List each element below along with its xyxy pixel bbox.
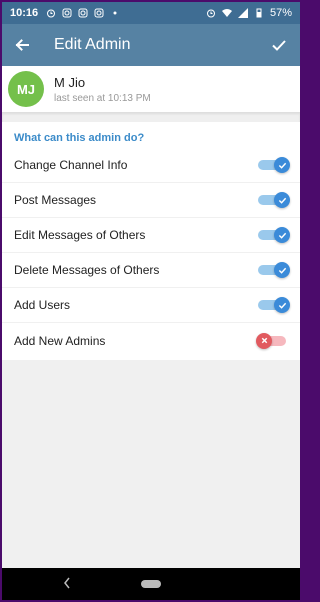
permission-toggle[interactable]: [258, 192, 290, 208]
permission-label: Delete Messages of Others: [14, 263, 160, 277]
permission-label: Edit Messages of Others: [14, 228, 146, 242]
permission-toggle[interactable]: [258, 297, 290, 313]
battery-icon: [256, 8, 262, 18]
permission-toggle[interactable]: [258, 157, 290, 173]
check-icon: [278, 197, 286, 204]
phone-screen: 10:16 57% Edit Admin MJ M Jio last seen …: [2, 2, 300, 600]
permission-row-edit-messages[interactable]: Edit Messages of Others: [2, 218, 300, 253]
system-nav-bar: [2, 568, 300, 600]
section-divider: [2, 112, 300, 122]
wifi-icon: [221, 9, 232, 17]
notification-icons: [46, 8, 120, 18]
arrow-left-icon: [15, 39, 29, 51]
permission-label: Add New Admins: [14, 333, 106, 348]
profile-name: M Jio: [54, 74, 86, 90]
permission-row-add-new-admins[interactable]: Add New Admins: [2, 323, 300, 358]
signal-icon: [237, 8, 248, 18]
instagram-icon: [78, 8, 88, 18]
nav-home-button[interactable]: [141, 580, 161, 588]
permission-label: Add Users: [14, 298, 71, 312]
back-button[interactable]: [2, 24, 42, 66]
admin-profile: MJ M Jio last seen at 10:13 PM: [2, 66, 300, 112]
battery-percent: 57%: [269, 7, 292, 19]
status-bar: 10:16 57%: [2, 2, 300, 24]
permission-toggle[interactable]: [258, 262, 290, 278]
profile-last-seen: last seen at 10:13 PM: [54, 92, 151, 104]
app-bar: Edit Admin: [2, 24, 300, 66]
status-right: 57%: [206, 7, 292, 19]
permission-label: Change Channel Info: [14, 158, 128, 172]
check-icon: [278, 302, 286, 309]
permissions-card: What can this admin do? Change Channel I…: [2, 122, 300, 360]
nav-back-icon[interactable]: [62, 576, 72, 590]
permission-toggle[interactable]: [258, 227, 290, 243]
page-title: Edit Admin: [54, 36, 131, 53]
permission-row-add-users[interactable]: Add Users: [2, 288, 300, 323]
save-button[interactable]: [258, 24, 300, 66]
permission-label: Post Messages: [14, 193, 97, 207]
permission-row-post-messages[interactable]: Post Messages: [2, 183, 300, 218]
close-icon: [261, 337, 267, 344]
check-icon: [278, 267, 286, 274]
check-icon: [272, 40, 286, 51]
permission-row-delete-messages[interactable]: Delete Messages of Others: [2, 253, 300, 288]
status-time: 10:16: [10, 7, 39, 19]
alarm-icon: [47, 9, 56, 18]
instagram-icon: [62, 8, 72, 18]
avatar: MJ: [8, 71, 44, 107]
alarm-icon: [206, 9, 215, 18]
permissions-header: What can this admin do?: [14, 132, 145, 144]
dot-icon: [113, 11, 117, 15]
permission-row-change-channel-info[interactable]: Change Channel Info: [2, 148, 300, 183]
check-icon: [278, 162, 286, 169]
instagram-icon: [94, 8, 104, 18]
check-icon: [278, 232, 286, 239]
permission-toggle[interactable]: [256, 332, 288, 349]
